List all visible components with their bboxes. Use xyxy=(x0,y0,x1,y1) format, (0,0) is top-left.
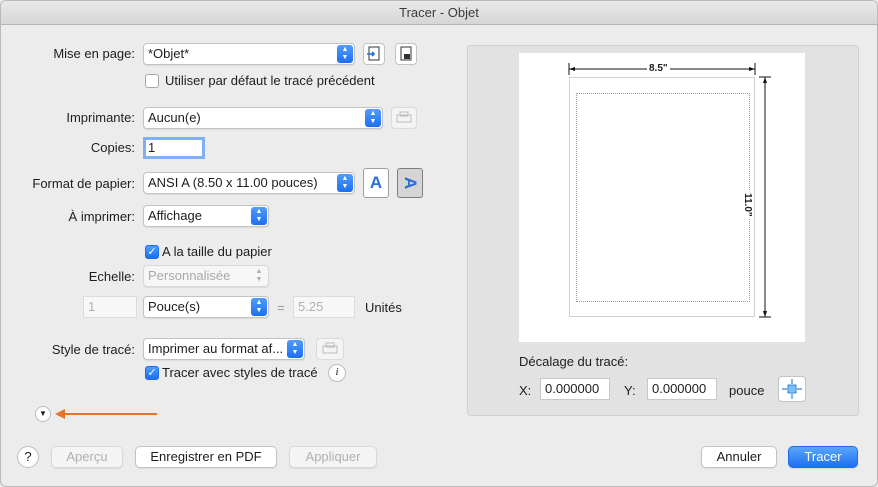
popup-arrows-icon: ▲ ▼ xyxy=(365,109,381,127)
scale-equals: = xyxy=(277,300,285,315)
plot-with-styles-label: Tracer avec styles de tracé xyxy=(162,365,318,380)
offset-y-label: Y: xyxy=(624,383,636,398)
use-default-label: Utiliser par défaut le tracé précédent xyxy=(165,73,375,88)
printer-properties-button[interactable] xyxy=(391,107,417,129)
help-button[interactable]: ? xyxy=(17,446,39,468)
offset-x-label: X: xyxy=(519,383,532,398)
use-default-checkbox[interactable] xyxy=(145,74,159,88)
plot-area-popup[interactable]: Affichage ▲ ▼ xyxy=(143,205,269,227)
printer-popup[interactable]: Aucun(e) ▲ ▼ xyxy=(143,107,383,129)
window-title: Tracer - Objet xyxy=(1,1,877,25)
plot-button[interactable]: Tracer xyxy=(788,446,858,468)
landscape-orientation-button[interactable]: A xyxy=(397,168,423,198)
copies-label: Copies: xyxy=(90,140,135,155)
fit-to-paper-label: A la taille du papier xyxy=(162,244,272,259)
scale-value: Personnalisée xyxy=(148,268,231,283)
preview-button[interactable]: Aperçu xyxy=(51,446,123,468)
disclosure-chevron-icon[interactable]: ▼ xyxy=(35,406,51,422)
plot-style-edit-button[interactable] xyxy=(316,338,344,360)
paper-size-popup[interactable]: ANSI A (8.50 x 11.00 pouces) ▲ ▼ xyxy=(143,172,355,194)
scale-units-label: Unités xyxy=(365,300,402,315)
center-plot-icon xyxy=(782,379,802,399)
plot-offset-title: Décalage du tracé: xyxy=(519,354,629,369)
scale-right-field[interactable]: 5.25 xyxy=(293,296,355,318)
plot-style-edit-icon xyxy=(322,342,338,354)
printer-label: Imprimante: xyxy=(66,110,135,125)
popup-arrows-icon: ▲ ▼ xyxy=(255,268,263,283)
plot-area-label: À imprimer: xyxy=(68,209,135,224)
plot-with-styles-checkbox[interactable]: ✓ xyxy=(145,366,159,380)
apply-button[interactable]: Appliquer xyxy=(289,446,377,468)
paper-size-value: ANSI A (8.50 x 11.00 pouces) xyxy=(148,175,318,190)
popup-arrows-icon: ▲ ▼ xyxy=(337,174,353,192)
scale-popup[interactable]: Personnalisée ▲ ▼ xyxy=(143,265,269,287)
popup-arrows-icon: ▲ ▼ xyxy=(251,207,267,225)
paper-size-label: Format de papier: xyxy=(32,176,135,191)
scale-unit-value: Pouce(s) xyxy=(148,299,201,314)
popup-arrows-icon: ▲ ▼ xyxy=(337,45,353,63)
import-icon xyxy=(367,46,380,61)
preview-printable-area xyxy=(576,93,750,302)
scale-unit-popup[interactable]: Pouce(s) ▲ ▼ xyxy=(143,296,269,318)
plot-style-value: Imprimer au format af... xyxy=(148,341,284,356)
info-icon[interactable]: i xyxy=(328,364,346,382)
center-plot-button[interactable] xyxy=(778,376,806,402)
popup-arrows-icon: ▲ ▼ xyxy=(287,340,303,358)
page-setup-value: *Objet* xyxy=(148,46,190,61)
page-setup-icon xyxy=(400,46,412,61)
plot-area-value: Affichage xyxy=(148,208,202,223)
page-setup-popup[interactable]: *Objet* ▲ ▼ xyxy=(143,43,355,65)
scale-label: Echelle: xyxy=(88,269,135,284)
plot-style-label: Style de tracé: xyxy=(51,342,135,357)
plot-style-popup[interactable]: Imprimer au format af... ▲ ▼ xyxy=(143,338,305,360)
popup-arrows-icon: ▲ ▼ xyxy=(251,298,267,316)
copies-field[interactable]: 1 xyxy=(143,137,205,159)
plot-dialog-window: Tracer - Objet Mise en page: *Objet* ▲ ▼ … xyxy=(0,0,878,487)
offset-unit-label: pouce xyxy=(729,383,765,398)
annotation-arrow xyxy=(55,409,157,419)
portrait-orientation-icon: A xyxy=(369,173,383,192)
printer-properties-icon xyxy=(396,111,412,123)
width-dimension-label: 8.5" xyxy=(647,63,670,74)
page-setup-manager-button[interactable] xyxy=(395,43,417,65)
height-dimension-label: 11.0" xyxy=(742,191,753,219)
landscape-orientation-icon: A xyxy=(401,176,420,190)
height-dimension-line xyxy=(759,76,771,318)
cancel-button[interactable]: Annuler xyxy=(701,446,777,468)
portrait-orientation-button[interactable]: A xyxy=(363,168,389,198)
save-pdf-button[interactable]: Enregistrer en PDF xyxy=(135,446,277,468)
offset-y-field[interactable]: 0.000000 xyxy=(647,378,717,400)
import-page-setup-button[interactable] xyxy=(363,43,385,65)
fit-to-paper-checkbox[interactable]: ✓ xyxy=(145,245,159,259)
scale-left-field[interactable]: 1 xyxy=(83,296,137,318)
page-setup-label: Mise en page: xyxy=(53,46,135,61)
printer-value: Aucun(e) xyxy=(148,110,201,125)
offset-x-field[interactable]: 0.000000 xyxy=(540,378,610,400)
